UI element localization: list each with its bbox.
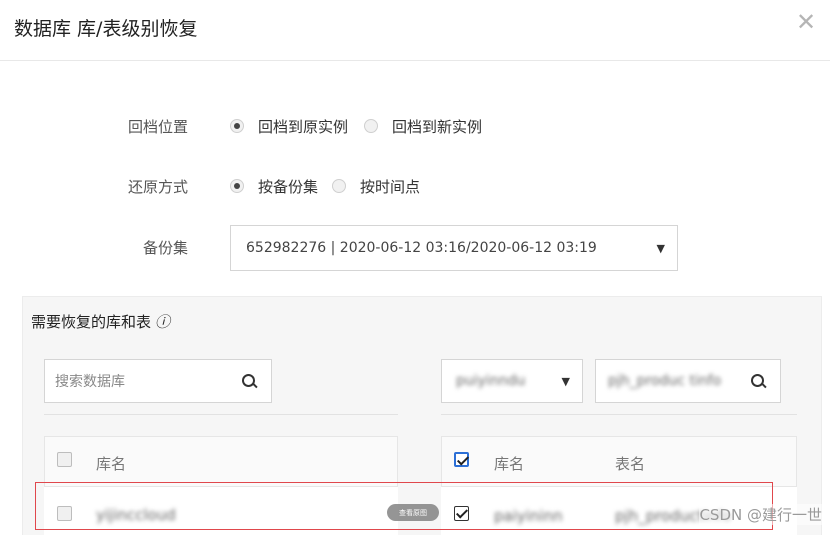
radio-unchecked-icon[interactable] bbox=[332, 179, 347, 193]
restore-location-radio-group: 回档到原实例 回档到新实例 bbox=[230, 116, 490, 137]
table-search-value: pjh_produc tinfo bbox=[608, 373, 722, 389]
radio-by-time-point-label: 按时间点 bbox=[360, 177, 421, 196]
restore-location-row: 回档位置 回档到原实例 回档到新实例 bbox=[0, 111, 490, 141]
search-icon[interactable] bbox=[750, 373, 766, 389]
table-list-header-table: 表名 bbox=[615, 455, 646, 473]
radio-new-instance-label: 回档到新实例 bbox=[392, 117, 483, 136]
table-row-checkbox[interactable] bbox=[454, 506, 469, 521]
radio-unchecked-icon[interactable] bbox=[364, 119, 379, 133]
info-icon[interactable]: ⓘ bbox=[155, 313, 170, 331]
db-search-placeholder: 搜索数据库 bbox=[55, 374, 125, 390]
table-row-db: paiyininn bbox=[494, 507, 563, 525]
table-list-header-db: 库名 bbox=[494, 455, 525, 473]
watermark: CSDN @建行一世 bbox=[699, 504, 822, 525]
radio-checked-icon[interactable] bbox=[230, 119, 244, 133]
header-divider bbox=[0, 60, 830, 61]
radio-new-instance[interactable]: 回档到新实例 bbox=[364, 116, 482, 137]
db-select-value: puiyinndu bbox=[456, 373, 526, 389]
chevron-down-icon: ▼ bbox=[656, 241, 665, 255]
dialog-title: 数据库 库/表级别恢复 bbox=[14, 18, 198, 40]
db-search-input[interactable]: 搜索数据库 bbox=[44, 359, 272, 403]
restore-method-row: 还原方式 按备份集 按时间点 bbox=[0, 171, 428, 201]
search-icon[interactable] bbox=[241, 373, 257, 389]
radio-by-backup-set-label: 按备份集 bbox=[258, 177, 319, 196]
chevron-down-icon: ▼ bbox=[561, 374, 570, 388]
db-list-header-db: 库名 bbox=[96, 455, 127, 473]
select-all-table-checkbox[interactable] bbox=[454, 452, 469, 467]
db-select[interactable]: puiyinndu ▼ bbox=[441, 359, 583, 403]
radio-by-backup-set[interactable]: 按备份集 bbox=[230, 176, 318, 197]
panel-title-text: 需要恢复的库和表 bbox=[31, 313, 152, 331]
backup-set-value: 652982276 | 2020-06-12 03:16/2020-06-12 … bbox=[246, 240, 597, 256]
radio-original-instance-label: 回档到原实例 bbox=[258, 117, 349, 136]
backup-set-select[interactable]: 652982276 | 2020-06-12 03:16/2020-06-12 … bbox=[230, 225, 678, 271]
restore-method-label: 还原方式 bbox=[127, 177, 188, 196]
db-row-name: yijinccloud bbox=[96, 506, 176, 524]
radio-original-instance[interactable]: 回档到原实例 bbox=[230, 116, 348, 137]
left-divider bbox=[44, 414, 398, 415]
panel-title: 需要恢复的库和表 ⓘ bbox=[31, 311, 170, 332]
radio-checked-icon[interactable] bbox=[230, 179, 244, 193]
right-divider bbox=[441, 414, 797, 415]
db-row-checkbox[interactable] bbox=[57, 506, 72, 521]
restore-method-radio-group: 按备份集 按时间点 bbox=[230, 176, 428, 197]
close-icon[interactable]: ✕ bbox=[794, 10, 818, 34]
table-search-input[interactable]: pjh_produc tinfo bbox=[595, 359, 781, 403]
view-original-button[interactable]: 查看原图 bbox=[387, 504, 439, 521]
restore-location-label: 回档位置 bbox=[127, 117, 188, 136]
radio-by-time-point[interactable]: 按时间点 bbox=[332, 176, 420, 197]
backup-set-row: 备份集 bbox=[0, 232, 188, 262]
backup-set-label: 备份集 bbox=[142, 238, 188, 257]
select-all-db-checkbox[interactable] bbox=[57, 452, 72, 467]
